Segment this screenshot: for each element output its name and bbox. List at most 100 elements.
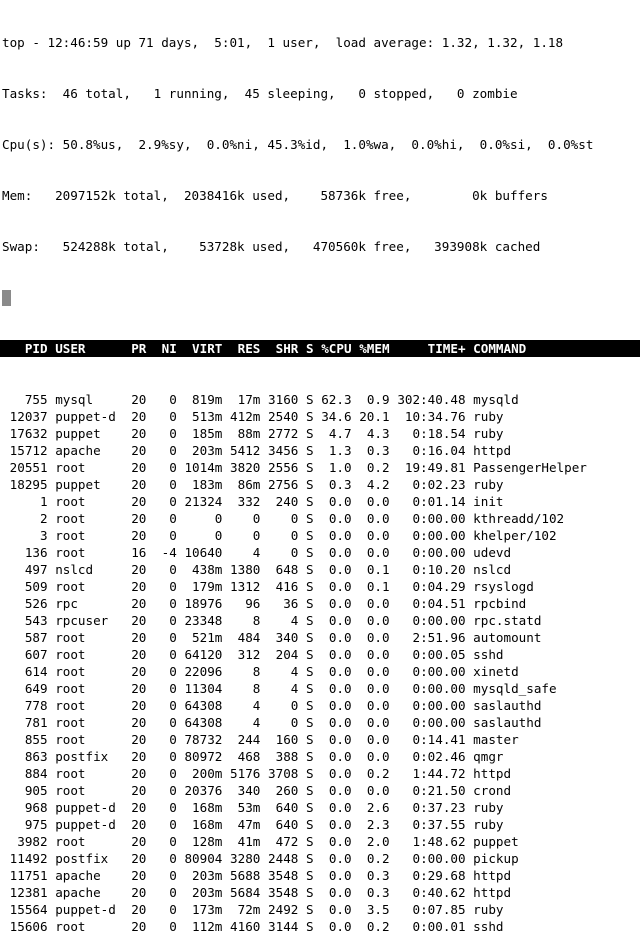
process-row[interactable]: 15564 puppet-d 20 0 173m 72m 2492 S 0.0 3.5 0:07.8…	[2, 901, 640, 918]
process-row[interactable]: 11492 postfix 20 0 80904 3280 2448 S 0.0 0.2 0:00.…	[2, 850, 640, 867]
process-res: 8	[252, 681, 261, 696]
process-row[interactable]: 20551 root 20 0 1014m 3820 2556 S 1.0 0.2 19:49.81…	[2, 459, 640, 476]
process-shr: 3708	[268, 766, 299, 781]
process-user: postfix	[55, 851, 109, 866]
process-row[interactable]: 509 root 20 0 179m 1312 416 S 0.0 0.1 0:04.29 rsysl…	[2, 578, 640, 595]
process-user: puppet-d	[55, 817, 116, 832]
process-row[interactable]: 968 puppet-d 20 0 168m 53m 640 S 0.0 2.6 0:37.23 ru…	[2, 799, 640, 816]
process-table-header: PID USER PR NI VIRT RES SHR S %CPU %MEM TIME+ COMMA…	[0, 340, 640, 357]
process-row[interactable]: 12037 puppet-d 20 0 513m 412m 2540 S 34.6 20.1 10:…	[2, 408, 640, 425]
col-pid-header[interactable]: PID	[2, 340, 48, 357]
process-nice: 0	[169, 851, 177, 866]
process-cpu: 0.0	[328, 579, 352, 594]
process-command: sshd	[473, 919, 504, 934]
process-mem: 0.0	[366, 494, 390, 509]
col-ni-header[interactable]: NI	[154, 340, 177, 357]
process-row[interactable]: 497 nslcd 20 0 438m 1380 648 S 0.0 0.1 0:10.20 nslc…	[2, 561, 640, 578]
process-cpu: 0.0	[328, 545, 352, 560]
process-row[interactable]: 781 root 20 0 64308 4 0 S 0.0 0.0 0:00.00 saslauthd	[2, 714, 640, 731]
process-row[interactable]: 614 root 20 0 22096 8 4 S 0.0 0.0 0:00.00 xinetd	[2, 663, 640, 680]
process-row[interactable]: 587 root 20 0 521m 484 340 S 0.0 0.0 2:51.96 automo…	[2, 629, 640, 646]
process-row[interactable]: 15606 root 20 0 112m 4160 3144 S 0.0 0.2 0:00.01 ss…	[2, 918, 640, 935]
process-virt: 80972	[184, 749, 223, 764]
col-command-header[interactable]: COMMAND	[466, 340, 526, 357]
process-pid: 3	[40, 528, 48, 543]
process-res: 41m	[237, 834, 261, 849]
process-pid: 587	[24, 630, 48, 645]
process-pid: 526	[24, 596, 48, 611]
process-virt: 23348	[184, 613, 223, 628]
process-priority: 20	[131, 715, 147, 730]
process-shr: 3160	[268, 392, 299, 407]
process-user: root	[55, 681, 86, 696]
process-user: root	[55, 511, 86, 526]
process-row[interactable]: 778 root 20 0 64308 4 0 S 0.0 0.0 0:00.00 saslauthd	[2, 697, 640, 714]
process-time: 0:14.41	[412, 732, 466, 747]
process-row[interactable]: 3 root 20 0 0 0 0 S 0.0 0.0 0:00.00 khelper/102	[2, 527, 640, 544]
process-command: rpcbind	[473, 596, 527, 611]
col-shr-header[interactable]: SHR	[260, 340, 299, 357]
process-row[interactable]: 11751 apache 20 0 203m 5688 3548 S 0.0 0.3 0:29.68…	[2, 867, 640, 884]
terminal-window[interactable]: top - 12:46:59 up 71 days, 5:01, 1 user,…	[0, 0, 640, 934]
process-res: 4	[252, 715, 261, 730]
process-shr: 472	[275, 834, 299, 849]
process-row[interactable]: 855 root 20 0 78732 244 160 S 0.0 0.0 0:14.41 maste…	[2, 731, 640, 748]
col-mem-header[interactable]: %MEM	[352, 340, 389, 357]
process-pid: 15606	[9, 919, 48, 934]
process-virt: 183m	[192, 477, 223, 492]
process-row[interactable]: 863 postfix 20 0 80972 468 388 S 0.0 0.0 0:02.46 qm…	[2, 748, 640, 765]
process-row[interactable]: 18295 puppet 20 0 183m 86m 2756 S 0.3 4.2 0:02.23 r…	[2, 476, 640, 493]
process-command: automount	[473, 630, 542, 645]
process-row[interactable]: 884 root 20 0 200m 5176 3708 S 0.0 0.2 1:44.72 http…	[2, 765, 640, 782]
process-row[interactable]: 15712 apache 20 0 203m 5412 3456 S 1.3 0.3 0:16.04…	[2, 442, 640, 459]
process-time: 0:00.00	[412, 511, 466, 526]
process-mem: 3.5	[366, 902, 390, 917]
process-virt: 173m	[192, 902, 223, 917]
process-cpu: 0.0	[328, 698, 352, 713]
process-row[interactable]: 543 rpcuser 20 0 23348 8 4 S 0.0 0.0 0:00.00 rpc.st…	[2, 612, 640, 629]
command-prompt-line[interactable]	[2, 289, 640, 306]
process-row[interactable]: 136 root 16 -4 10640 4 0 S 0.0 0.0 0:00.00 udevd	[2, 544, 640, 561]
process-virt: 64308	[184, 698, 223, 713]
process-user: postfix	[55, 749, 109, 764]
process-pid: 778	[24, 698, 48, 713]
col-res-header[interactable]: RES	[222, 340, 261, 357]
process-row[interactable]: 526 rpc 20 0 18976 96 36 S 0.0 0.0 0:04.51 rpcbind	[2, 595, 640, 612]
col-state-header[interactable]: S	[298, 340, 314, 357]
process-row[interactable]: 905 root 20 0 20376 340 260 S 0.0 0.0 0:21.50 crond	[2, 782, 640, 799]
col-pr-header[interactable]: PR	[131, 340, 154, 357]
process-nice: 0	[169, 392, 177, 407]
process-row[interactable]: 649 root 20 0 11304 8 4 S 0.0 0.0 0:00.00 mysqld_sa…	[2, 680, 640, 697]
process-row[interactable]: 17632 puppet 20 0 185m 88m 2772 S 4.7 4.3 0:18.54 r…	[2, 425, 640, 442]
process-priority: 20	[131, 596, 147, 611]
process-row[interactable]: 2 root 20 0 0 0 0 S 0.0 0.0 0:00.00 kthreadd/102	[2, 510, 640, 527]
process-row[interactable]: 607 root 20 0 64120 312 204 S 0.0 0.0 0:00.05 sshd	[2, 646, 640, 663]
process-pid: 17632	[9, 426, 48, 441]
process-mem: 0.2	[366, 460, 390, 475]
process-row[interactable]: 12381 apache 20 0 203m 5684 3548 S 0.0 0.3 0:40.62…	[2, 884, 640, 901]
process-row[interactable]: 755 mysql 20 0 819m 17m 3160 S 62.3 0.9 302:40.48 m…	[2, 391, 640, 408]
process-priority: 20	[131, 698, 147, 713]
col-virt-header[interactable]: VIRT	[177, 340, 222, 357]
process-pid: 649	[24, 681, 48, 696]
process-pid: 863	[24, 749, 48, 764]
process-row[interactable]: 1 root 20 0 21324 332 240 S 0.0 0.0 0:01.14 init	[2, 493, 640, 510]
process-shr: 260	[275, 783, 299, 798]
process-nice: 0	[169, 783, 177, 798]
process-nice: 0	[169, 681, 177, 696]
col-user-header[interactable]: USER	[48, 340, 132, 357]
col-cpu-header[interactable]: %CPU	[314, 340, 351, 357]
process-priority: 20	[131, 460, 147, 475]
process-row[interactable]: 3982 root 20 0 128m 41m 472 S 0.0 2.0 1:48.62 puppe…	[2, 833, 640, 850]
process-res: 5688	[230, 868, 261, 883]
process-shr: 340	[275, 630, 299, 645]
process-cpu: 0.0	[328, 902, 352, 917]
process-time: 0:00.00	[412, 681, 466, 696]
process-row[interactable]: 975 puppet-d 20 0 168m 47m 640 S 0.0 2.3 0:37.55 ru…	[2, 816, 640, 833]
process-state: S	[305, 749, 314, 764]
process-user: apache	[55, 885, 101, 900]
process-cpu: 0.0	[328, 715, 352, 730]
col-time-header[interactable]: TIME+	[390, 340, 466, 357]
process-state: S	[305, 511, 314, 526]
process-cpu: 0.0	[328, 647, 352, 662]
